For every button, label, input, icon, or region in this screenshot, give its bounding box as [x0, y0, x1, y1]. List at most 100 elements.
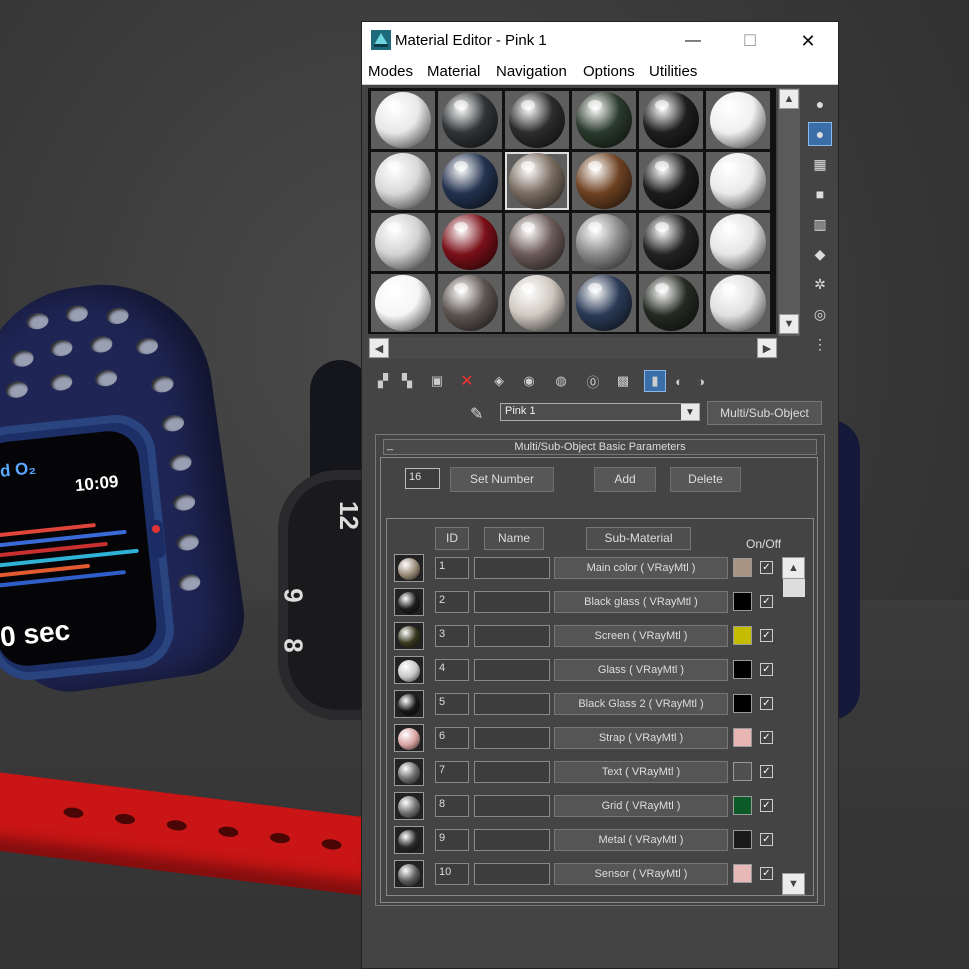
sub-material-thumbnail[interactable]	[394, 588, 424, 616]
material-slot[interactable]	[438, 213, 502, 271]
sample-uv-tiling-icon[interactable]: ■	[808, 182, 832, 206]
on-off-checkbox[interactable]: ✓	[760, 561, 773, 574]
color-swatch[interactable]	[733, 694, 752, 713]
material-slot[interactable]	[706, 152, 770, 210]
sub-material-id-field[interactable]: 8	[435, 795, 469, 817]
sub-material-button[interactable]: Strap ( VRayMtl )	[554, 727, 728, 749]
sub-material-name-field[interactable]	[474, 625, 550, 647]
material-slot[interactable]	[706, 213, 770, 271]
color-swatch[interactable]	[733, 626, 752, 645]
color-swatch[interactable]	[733, 762, 752, 781]
material-slot[interactable]	[572, 213, 636, 271]
on-off-checkbox[interactable]: ✓	[760, 833, 773, 846]
material-slot[interactable]	[639, 274, 703, 332]
sub-material-name-field[interactable]	[474, 795, 550, 817]
sub-material-thumbnail[interactable]	[394, 826, 424, 854]
scroll-right-icon[interactable]: ▶	[757, 338, 777, 358]
on-off-checkbox[interactable]: ✓	[760, 867, 773, 880]
material-slot[interactable]	[371, 152, 435, 210]
make-unique-icon[interactable]: ◉	[518, 370, 540, 392]
on-off-checkbox[interactable]: ✓	[760, 731, 773, 744]
color-swatch[interactable]	[733, 864, 752, 883]
sample-type-icon[interactable]: ●	[808, 92, 832, 116]
material-slot[interactable]	[572, 152, 636, 210]
sub-material-id-field[interactable]: 6	[435, 727, 469, 749]
color-swatch[interactable]	[733, 728, 752, 747]
material-slot[interactable]	[505, 152, 569, 210]
sub-material-thumbnail[interactable]	[394, 656, 424, 684]
go-to-parent-icon[interactable]: ◐	[668, 370, 690, 392]
scroll-left-icon[interactable]: ◀	[369, 338, 389, 358]
minimize-button[interactable]: —	[670, 22, 716, 60]
chevron-down-icon[interactable]: ▼	[681, 404, 699, 420]
material-slot[interactable]	[572, 274, 636, 332]
put-to-scene-icon[interactable]: ▚	[396, 370, 418, 392]
sub-material-thumbnail[interactable]	[394, 792, 424, 820]
backlight-icon[interactable]: ●	[808, 122, 832, 146]
on-off-checkbox[interactable]: ✓	[760, 663, 773, 676]
number-of-materials-field[interactable]: 16	[405, 468, 440, 489]
material-slot[interactable]	[572, 91, 636, 149]
select-by-material-icon[interactable]: ◎	[808, 302, 832, 326]
material-slot[interactable]	[505, 91, 569, 149]
material-name-field[interactable]: Pink 1 ▼	[500, 403, 700, 421]
sub-material-button[interactable]: Black glass ( VRayMtl )	[554, 591, 728, 613]
close-button[interactable]: ✕	[785, 22, 831, 60]
material-slot[interactable]	[438, 274, 502, 332]
sub-material-thumbnail[interactable]	[394, 554, 424, 582]
slots-horizontal-scrollbar[interactable]: ◀ ▶	[368, 337, 778, 359]
pick-material-eyedropper-icon[interactable]: ✎	[470, 404, 490, 424]
put-to-library-icon[interactable]: ◍	[550, 370, 572, 392]
menu-utilities[interactable]: Utilities	[649, 63, 697, 80]
material-slot[interactable]	[371, 274, 435, 332]
material-slot[interactable]	[505, 274, 569, 332]
color-swatch[interactable]	[733, 558, 752, 577]
sub-material-button[interactable]: Black Glass 2 ( VRayMtl )	[554, 693, 728, 715]
sub-material-button[interactable]: Screen ( VRayMtl )	[554, 625, 728, 647]
material-slot[interactable]	[505, 213, 569, 271]
sub-material-button[interactable]: Main color ( VRayMtl )	[554, 557, 728, 579]
material-slot[interactable]	[639, 152, 703, 210]
color-swatch[interactable]	[733, 592, 752, 611]
sub-material-thumbnail[interactable]	[394, 860, 424, 888]
material-slot[interactable]	[639, 91, 703, 149]
sub-material-name-field[interactable]	[474, 863, 550, 885]
color-swatch[interactable]	[733, 830, 752, 849]
menu-navigation[interactable]: Navigation	[496, 63, 567, 80]
sub-material-id-field[interactable]: 1	[435, 557, 469, 579]
sub-material-id-field[interactable]: 9	[435, 829, 469, 851]
material-id-channel-icon[interactable]: ⓪	[582, 370, 604, 392]
on-off-checkbox[interactable]: ✓	[760, 629, 773, 642]
rollout-header[interactable]: _ Multi/Sub-Object Basic Parameters	[383, 439, 817, 455]
sub-material-button[interactable]: Metal ( VRayMtl )	[554, 829, 728, 851]
material-slot[interactable]	[639, 213, 703, 271]
menu-options[interactable]: Options	[583, 63, 635, 80]
sub-material-button[interactable]: Sensor ( VRayMtl )	[554, 863, 728, 885]
sub-material-id-field[interactable]: 2	[435, 591, 469, 613]
sub-material-button[interactable]: Text ( VRayMtl )	[554, 761, 728, 783]
sub-material-id-field[interactable]: 7	[435, 761, 469, 783]
material-type-button[interactable]: Multi/Sub-Object	[707, 401, 822, 425]
add-button[interactable]: Add	[594, 467, 656, 492]
sub-material-button[interactable]: Glass ( VRayMtl )	[554, 659, 728, 681]
on-off-checkbox[interactable]: ✓	[760, 697, 773, 710]
sub-material-thumbnail[interactable]	[394, 622, 424, 650]
delete-button[interactable]: Delete	[670, 467, 741, 492]
make-preview-icon[interactable]: ◆	[808, 242, 832, 266]
background-checker-icon[interactable]: ▦	[808, 152, 832, 176]
color-swatch[interactable]	[733, 796, 752, 815]
column-header-id[interactable]: ID	[435, 527, 469, 550]
menu-modes[interactable]: Modes	[368, 63, 413, 80]
sub-material-name-field[interactable]	[474, 829, 550, 851]
material-slot[interactable]	[371, 213, 435, 271]
scroll-up-icon[interactable]: ▲	[782, 557, 805, 579]
sub-material-thumbnail[interactable]	[394, 724, 424, 752]
copy-material-icon[interactable]: ◈	[488, 370, 510, 392]
set-number-button[interactable]: Set Number	[450, 467, 554, 492]
scrollbar-thumb[interactable]	[783, 579, 805, 597]
maximize-button[interactable]: ☐	[727, 22, 773, 60]
on-off-checkbox[interactable]: ✓	[760, 799, 773, 812]
sub-material-id-field[interactable]: 10	[435, 863, 469, 885]
sub-material-id-field[interactable]: 5	[435, 693, 469, 715]
rollout-collapse-icon[interactable]: _	[387, 438, 393, 452]
